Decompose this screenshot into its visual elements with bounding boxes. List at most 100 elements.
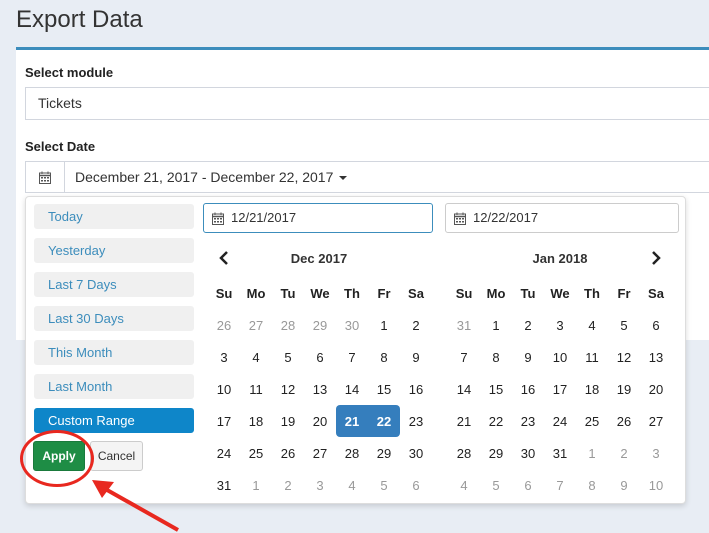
- calendar-day[interactable]: 5: [368, 469, 400, 501]
- calendar-day[interactable]: 31: [544, 437, 576, 469]
- start-date-value: 12/21/2017: [231, 210, 297, 225]
- calendar-day[interactable]: 27: [640, 405, 672, 437]
- start-date-input[interactable]: 12/21/2017: [203, 203, 433, 233]
- calendar-day[interactable]: 30: [512, 437, 544, 469]
- calendar-day[interactable]: 20: [640, 373, 672, 405]
- weekday-header: Sa: [648, 285, 664, 301]
- calendar-day[interactable]: 1: [240, 469, 272, 501]
- chevron-right-icon[interactable]: [646, 248, 666, 268]
- calendar-day[interactable]: 15: [368, 373, 400, 405]
- calendar-day[interactable]: 4: [576, 309, 608, 341]
- calendar-day[interactable]: 2: [608, 437, 640, 469]
- calendar-day[interactable]: 2: [400, 309, 432, 341]
- calendar-day[interactable]: 2: [272, 469, 304, 501]
- range-yesterday[interactable]: Yesterday: [34, 238, 194, 263]
- module-select[interactable]: Tickets: [25, 87, 709, 120]
- calendar-day[interactable]: 6: [304, 341, 336, 373]
- calendar-day[interactable]: 23: [400, 405, 432, 437]
- calendar-day[interactable]: 17: [208, 405, 240, 437]
- calendar-day[interactable]: 7: [544, 469, 576, 501]
- calendar-day[interactable]: 4: [336, 469, 368, 501]
- calendar-day[interactable]: 5: [480, 469, 512, 501]
- calendar-day[interactable]: 7: [448, 341, 480, 373]
- calendar-day[interactable]: 10: [208, 373, 240, 405]
- calendar-day[interactable]: 13: [640, 341, 672, 373]
- cancel-button[interactable]: Cancel: [90, 441, 143, 471]
- calendar-day[interactable]: 3: [640, 437, 672, 469]
- calendar-day[interactable]: 31: [208, 469, 240, 501]
- calendar-day[interactable]: 3: [208, 341, 240, 373]
- end-date-input[interactable]: 12/22/2017: [445, 203, 679, 233]
- calendar-day[interactable]: 8: [576, 469, 608, 501]
- calendar-day[interactable]: 26: [272, 437, 304, 469]
- calendar-day[interactable]: 7: [336, 341, 368, 373]
- calendar-day[interactable]: 9: [400, 341, 432, 373]
- calendar-day[interactable]: 28: [272, 309, 304, 341]
- calendar-day[interactable]: 3: [304, 469, 336, 501]
- calendar-day[interactable]: 31: [448, 309, 480, 341]
- calendar-day[interactable]: 15: [480, 373, 512, 405]
- calendar-day[interactable]: 6: [640, 309, 672, 341]
- calendar-day[interactable]: 10: [544, 341, 576, 373]
- calendar-day[interactable]: 19: [272, 405, 304, 437]
- calendar-day[interactable]: 25: [576, 405, 608, 437]
- calendar-day[interactable]: 13: [304, 373, 336, 405]
- calendar-day-selected[interactable]: 22: [368, 405, 400, 437]
- calendar-day[interactable]: 12: [272, 373, 304, 405]
- calendar-day[interactable]: 10: [640, 469, 672, 501]
- chevron-left-icon[interactable]: [214, 248, 234, 268]
- calendar-day[interactable]: 3: [544, 309, 576, 341]
- calendar-day[interactable]: 30: [400, 437, 432, 469]
- calendar-day[interactable]: 25: [240, 437, 272, 469]
- range-this-month[interactable]: This Month: [34, 340, 194, 365]
- calendar-day[interactable]: 9: [512, 341, 544, 373]
- range-today[interactable]: Today: [34, 204, 194, 229]
- calendar-day[interactable]: 28: [448, 437, 480, 469]
- calendar-day[interactable]: 12: [608, 341, 640, 373]
- calendar-day[interactable]: 11: [576, 341, 608, 373]
- calendar-day[interactable]: 14: [448, 373, 480, 405]
- calendar-day[interactable]: 14: [336, 373, 368, 405]
- calendar-day[interactable]: 29: [480, 437, 512, 469]
- calendar-day[interactable]: 6: [512, 469, 544, 501]
- calendar-day[interactable]: 5: [272, 341, 304, 373]
- calendar-day[interactable]: 26: [608, 405, 640, 437]
- range-last-30-days[interactable]: Last 30 Days: [34, 306, 194, 331]
- calendar-day[interactable]: 29: [304, 309, 336, 341]
- calendar-day[interactable]: 8: [480, 341, 512, 373]
- calendar-day[interactable]: 17: [544, 373, 576, 405]
- calendar-day[interactable]: 4: [448, 469, 480, 501]
- calendar-day[interactable]: 29: [368, 437, 400, 469]
- calendar-day[interactable]: 4: [240, 341, 272, 373]
- calendar-day[interactable]: 18: [240, 405, 272, 437]
- calendar-day[interactable]: 2: [512, 309, 544, 341]
- range-last-month[interactable]: Last Month: [34, 374, 194, 399]
- calendar-day[interactable]: 5: [608, 309, 640, 341]
- weekday-header: We: [550, 285, 570, 301]
- calendar-day[interactable]: 24: [208, 437, 240, 469]
- calendar-day[interactable]: 9: [608, 469, 640, 501]
- calendar-day[interactable]: 16: [512, 373, 544, 405]
- calendar-day[interactable]: 23: [512, 405, 544, 437]
- calendar-day[interactable]: 1: [368, 309, 400, 341]
- calendar-day[interactable]: 21: [448, 405, 480, 437]
- calendar-day[interactable]: 27: [304, 437, 336, 469]
- calendar-day[interactable]: 1: [480, 309, 512, 341]
- calendar-day[interactable]: 22: [480, 405, 512, 437]
- range-last-7-days[interactable]: Last 7 Days: [34, 272, 194, 297]
- calendar-day[interactable]: 30: [336, 309, 368, 341]
- calendar-day[interactable]: 20: [304, 405, 336, 437]
- calendar-day[interactable]: 6: [400, 469, 432, 501]
- calendar-day[interactable]: 19: [608, 373, 640, 405]
- calendar-day[interactable]: 8: [368, 341, 400, 373]
- calendar-day[interactable]: 24: [544, 405, 576, 437]
- calendar-day[interactable]: 27: [240, 309, 272, 341]
- calendar-day[interactable]: 16: [400, 373, 432, 405]
- calendar-day-selected[interactable]: 21: [336, 405, 368, 437]
- calendar-day[interactable]: 18: [576, 373, 608, 405]
- date-range-picker-toggle[interactable]: December 21, 2017 - December 22, 2017: [25, 161, 709, 193]
- calendar-day[interactable]: 11: [240, 373, 272, 405]
- calendar-day[interactable]: 26: [208, 309, 240, 341]
- calendar-day[interactable]: 1: [576, 437, 608, 469]
- calendar-day[interactable]: 28: [336, 437, 368, 469]
